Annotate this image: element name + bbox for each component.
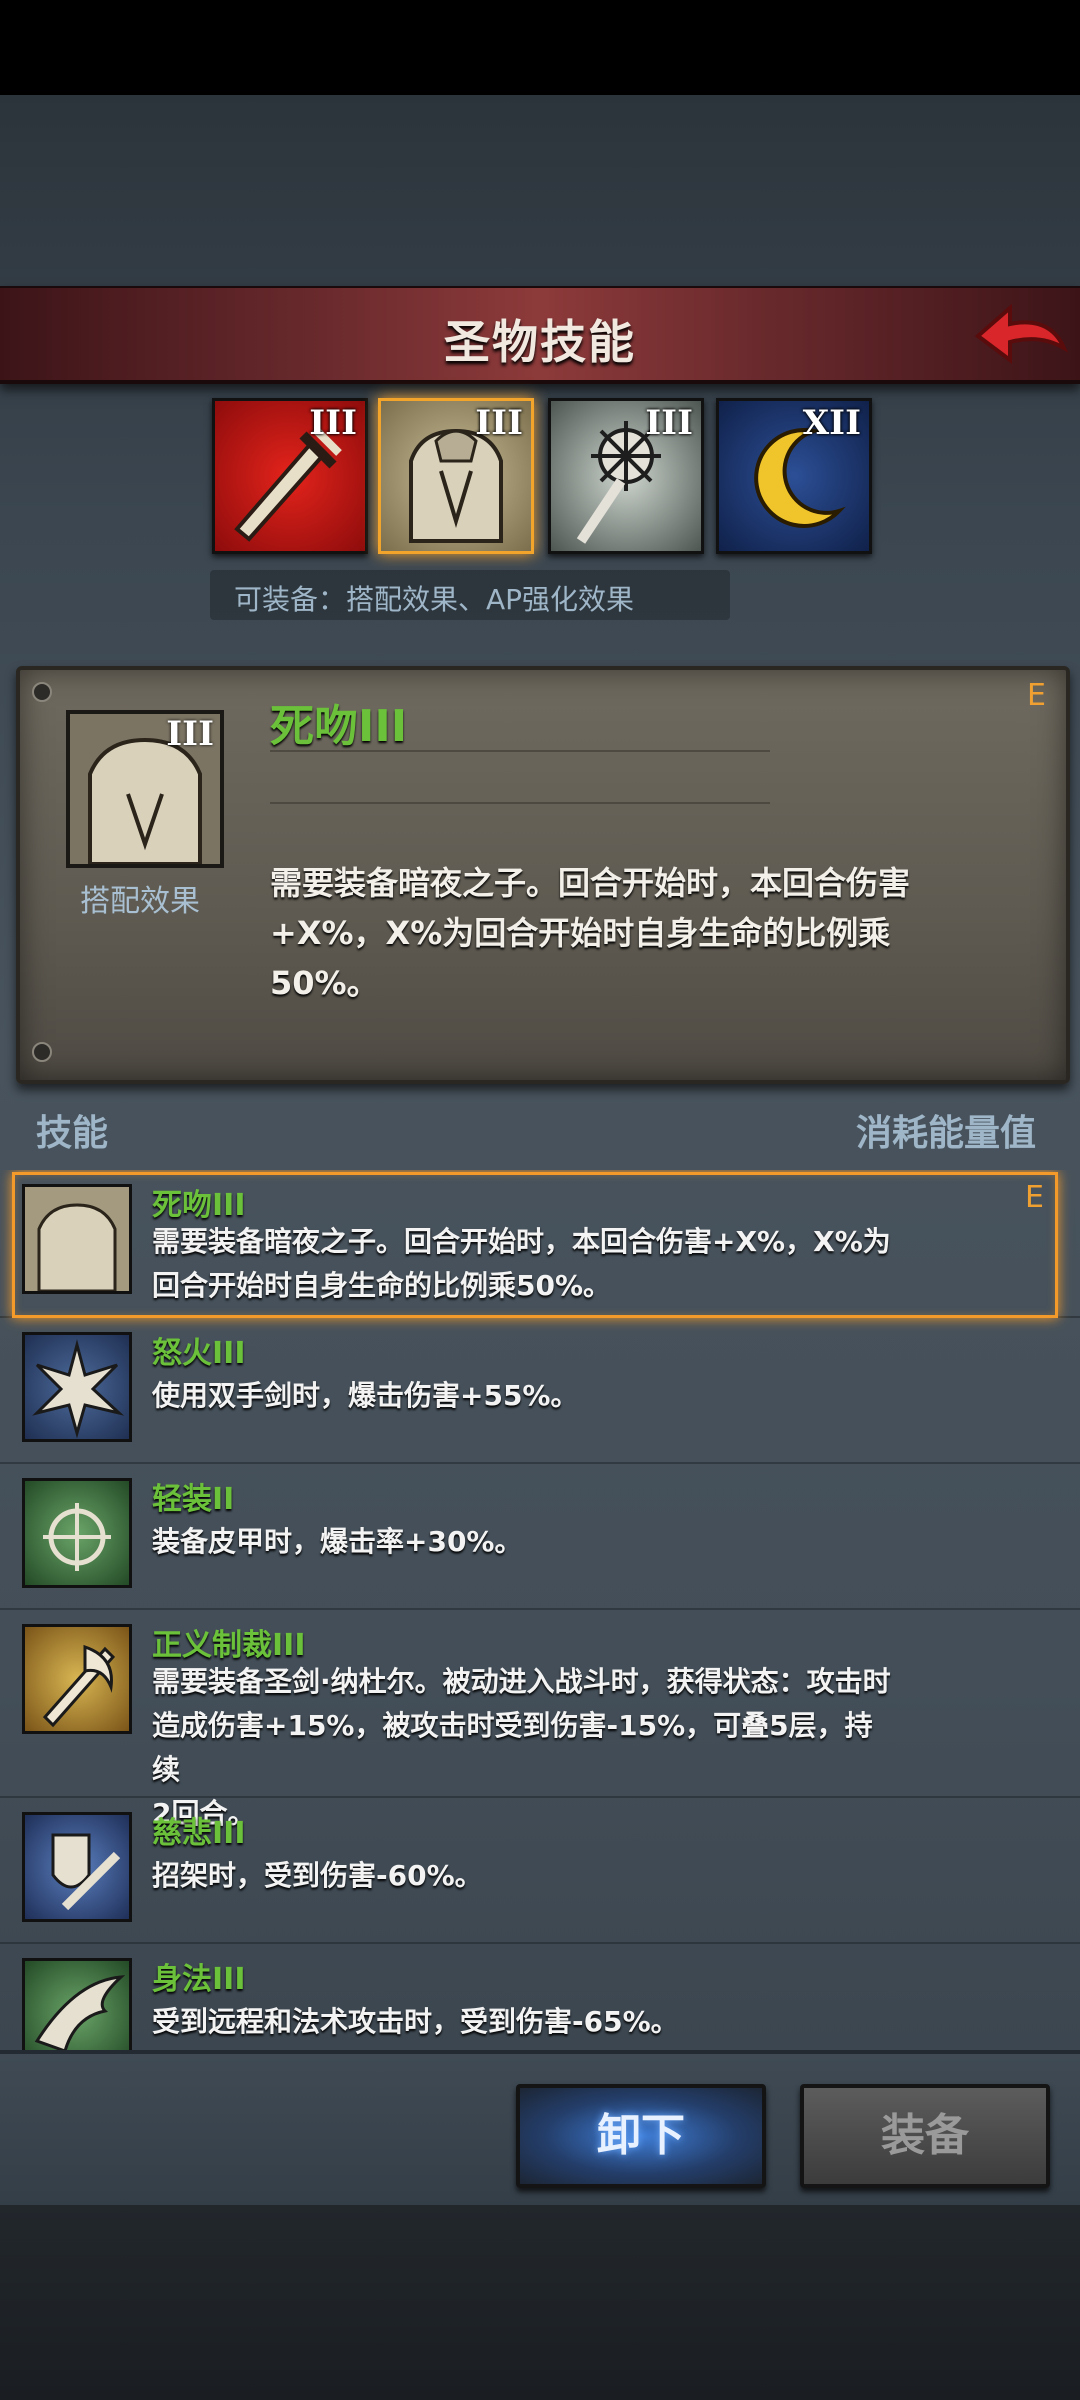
equipped-badge: E [1025,1180,1044,1215]
skill-row-justice-judgment[interactable]: 正义制裁III 需要装备圣剑·纳杜尔。被动进入战斗时，获得状态：攻击时 造成伤害… [0,1610,1080,1830]
burst-icon [22,1332,132,1442]
relic-slot-4[interactable]: XII [716,398,872,554]
skill-detail-card: III 搭配效果 死吻III E 需要装备暗夜之子。回合开始时，本回合伤害 +X… [16,666,1070,1084]
skill-row-mercy[interactable]: 慈悲III 招架时，受到伤害-60%。 [0,1798,1080,1944]
back-button[interactable] [970,296,1070,376]
equip-info-panel: 可装备：搭配效果、AP强化效果 [210,570,730,620]
skill-name: 身法III [152,1962,246,1997]
desc-line: 需要装备暗夜之子。回合开始时，本回合伤害 [270,864,911,902]
desc-line: 招架时，受到伤害-60%。 [152,1859,483,1892]
skill-row-rage[interactable]: 怒火III 使用双手剑时，爆击伤害+55%。 [0,1318,1080,1464]
detail-skill-name: 死吻III [270,701,408,752]
skill-name: 轻装II [152,1482,235,1517]
relic-slot-3[interactable]: III [548,398,704,554]
relic-rank: III [475,403,523,443]
skill-row-agility[interactable]: 身法III 受到远程和法术攻击时，受到伤害-65%。 [0,1944,1080,2050]
skill-desc: 使用双手剑时，爆击伤害+55%。 [152,1374,892,1418]
desc-line: 需要装备圣剑·纳杜尔。被动进入战斗时，获得状态：攻击时 [152,1665,891,1698]
page-title: 圣物技能 [444,315,636,369]
nail-decoration [32,682,52,702]
desc-line: 装备皮甲时，爆击率+30%。 [152,1525,523,1558]
desc-line: 回合开始时自身生命的比例乘50%。 [152,1269,612,1302]
skill-row-death-kiss[interactable]: 死吻III E 需要装备暗夜之子。回合开始时，本回合伤害+X%，X%为 回合开始… [0,1170,1080,1318]
action-bar: 卸下 装备 [0,2050,1080,2209]
skill-name: 死吻III [152,1188,246,1223]
skill-desc: 需要装备暗夜之子。回合开始时，本回合伤害+X%，X%为 回合开始时自身生命的比例… [152,1220,892,1308]
equipped-badge: E [1027,678,1046,713]
relic-rank: XII [802,403,861,443]
back-arrow-icon [974,303,1069,364]
skill-row-light-armor[interactable]: 轻装II 装备皮甲时，爆击率+30%。 [0,1464,1080,1610]
equip-info-text: 可装备：搭配效果、AP强化效果 [234,583,635,616]
desc-line: 造成伤害+15%，被攻击时受到伤害-15%，可叠5层，持续 [152,1709,873,1786]
nail-decoration [32,1042,52,1062]
relic-rank: III [309,403,357,443]
skills-column-header: 技能 [36,1113,109,1154]
status-bar [0,0,1080,95]
skill-name: 正义制裁III [152,1628,306,1663]
detail-skill-desc: 需要装备暗夜之子。回合开始时，本回合伤害 +X%，X%为回合开始时自身生命的比例… [270,858,970,1008]
desc-line: 受到远程和法术攻击时，受到伤害-65%。 [152,2005,679,2038]
divider [270,802,770,804]
divider [270,750,770,752]
title-banner: 圣物技能 [0,286,1080,384]
skill-desc: 装备皮甲时，爆击率+30%。 [152,1520,892,1564]
desc-line: 50%。 [270,964,379,1002]
unequip-button[interactable]: 卸下 [516,2084,766,2188]
headless-armor-icon [22,1184,132,1294]
wing-icon [22,1958,132,2050]
relic-rank: III [645,403,693,443]
equip-button[interactable]: 装备 [800,2084,1050,2188]
skill-desc: 招架时，受到伤害-60%。 [152,1854,892,1898]
energy-cost-column-header: 消耗能量值 [855,1113,1036,1154]
skill-name: 慈悲III [152,1816,246,1851]
desc-line: +X%，X%为回合开始时自身生命的比例乘 [270,914,891,952]
desc-line: 使用双手剑时，爆击伤害+55%。 [152,1379,579,1412]
flame-sword-icon [22,1624,132,1734]
relic-slot-1[interactable]: III [212,398,368,554]
skill-desc: 受到远程和法术攻击时，受到伤害-65%。 [152,2000,892,2044]
detail-skill-icon: III [66,710,224,868]
desc-line: 需要装备暗夜之子。回合开始时，本回合伤害+X%，X%为 [152,1225,891,1258]
relic-slot-2[interactable]: III [378,398,534,554]
detail-rank: III [166,714,214,754]
skill-list[interactable]: 死吻III E 需要装备暗夜之子。回合开始时，本回合伤害+X%，X%为 回合开始… [0,1170,1080,2050]
shield-sword-icon [22,1812,132,1922]
bottom-spacer [0,2205,1080,2400]
crosshair-icon [22,1478,132,1588]
skill-name: 怒火III [152,1336,246,1371]
detail-icon-label: 搭配效果 [80,884,200,919]
